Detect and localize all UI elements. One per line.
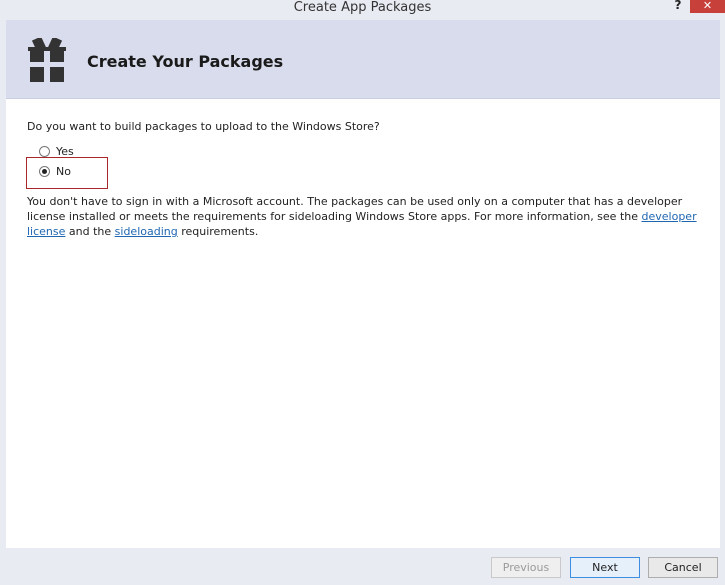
wizard-footer: Previous Next Cancel (6, 548, 720, 585)
wizard-content: Do you want to build packages to upload … (6, 99, 720, 548)
wizard-header: Create Your Packages (6, 20, 720, 99)
sideloading-link[interactable]: sideloading (115, 225, 178, 238)
create-app-packages-window: Create App Packages ? ✕ Create Your Pack… (0, 0, 725, 585)
info-text-and: and the (65, 225, 115, 238)
next-button[interactable]: Next (570, 557, 640, 578)
info-text-prefix: You don't have to sign in with a Microso… (27, 195, 683, 223)
close-button[interactable]: ✕ (690, 0, 725, 13)
title-bar: Create App Packages ? ✕ (0, 0, 725, 20)
radio-label-yes: Yes (56, 144, 74, 158)
previous-button[interactable]: Previous (491, 557, 561, 578)
info-text-suffix: requirements. (177, 225, 259, 238)
page-title: Create Your Packages (87, 52, 284, 71)
upload-question: Do you want to build packages to upload … (27, 120, 380, 133)
cancel-button[interactable]: Cancel (648, 557, 718, 578)
window-title: Create App Packages (293, 0, 432, 15)
radio-button-yes[interactable] (39, 145, 50, 157)
help-button[interactable]: ? (670, 0, 686, 14)
highlight-box (26, 157, 108, 189)
radio-option-yes[interactable]: Yes (39, 144, 74, 158)
gift-icon (28, 38, 66, 82)
info-text: You don't have to sign in with a Microso… (27, 194, 717, 239)
